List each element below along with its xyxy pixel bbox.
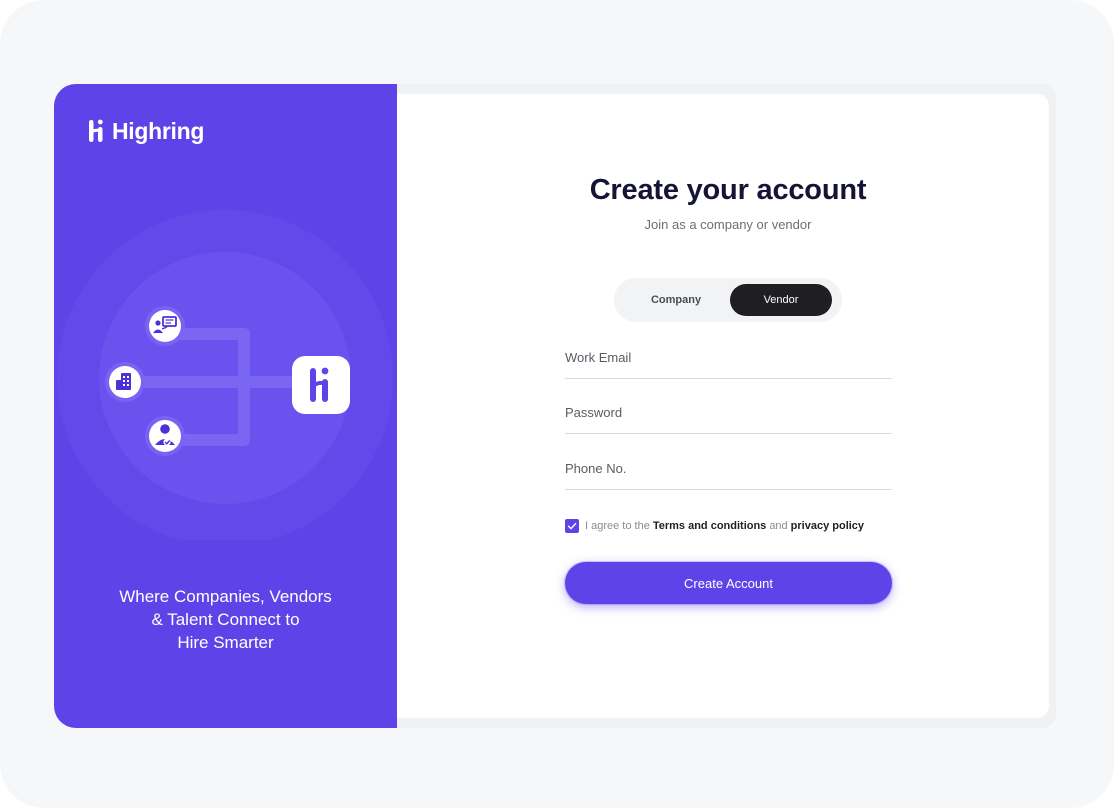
check-icon [567,522,577,530]
page-title: Create your account [589,174,867,206]
terms-link[interactable]: Terms and conditions [653,520,766,532]
tagline-line-2: & Talent Connect to [151,610,300,629]
agree-and: and [769,520,788,532]
toggle-company[interactable]: Company [622,284,730,316]
tagline-line-3: Hire Smarter [177,633,274,652]
password-input[interactable] [565,397,892,427]
agree-checkbox[interactable] [565,519,579,533]
email-field-wrapper [565,342,892,379]
page-subtitle: Join as a company or vendor [644,217,812,232]
phone-field-wrapper [565,453,892,490]
brand-name: Highring [112,117,205,144]
building-node [105,362,145,402]
create-account-button[interactable]: Create Account [565,562,892,604]
tagline-line-1: Where Companies, Vendors [119,587,332,606]
privacy-link[interactable]: privacy policy [791,520,864,532]
brand-logo: Highring [88,116,204,146]
toggle-vendor[interactable]: Vendor [730,284,832,316]
presentation-node [145,306,185,346]
tagline: Where Companies, Vendors & Talent Connec… [54,585,397,654]
network-illustration [57,210,393,540]
terms-agreement: I agree to the Terms and conditions and … [565,518,867,534]
highring-logo-icon [89,119,103,142]
password-field-wrapper [565,397,892,434]
person-check-node [145,416,185,456]
agree-prefix: I agree to the [585,520,650,532]
phone-input[interactable] [565,453,892,483]
account-type-toggle: Company Vendor [614,278,842,322]
work-email-input[interactable] [565,342,892,372]
highring-logo-tile [292,356,350,414]
